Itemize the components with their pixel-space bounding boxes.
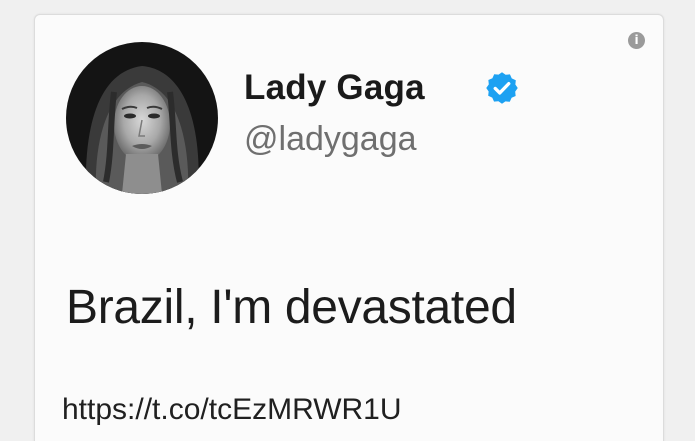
tweet-text: Brazil, I'm devastated (66, 281, 517, 334)
info-icon[interactable]: i (628, 32, 645, 49)
author-display-name[interactable]: Lady Gaga (244, 68, 425, 108)
verified-badge-icon (486, 72, 518, 104)
author-handle[interactable]: @ladygaga (244, 120, 417, 159)
avatar-image (66, 42, 218, 194)
page: i Lady Gaga @ladygaga Brazil, I'm devast… (0, 0, 695, 441)
avatar[interactable] (66, 42, 218, 194)
tweet-link[interactable]: https://t.co/tcEzMRWR1U (62, 393, 402, 427)
